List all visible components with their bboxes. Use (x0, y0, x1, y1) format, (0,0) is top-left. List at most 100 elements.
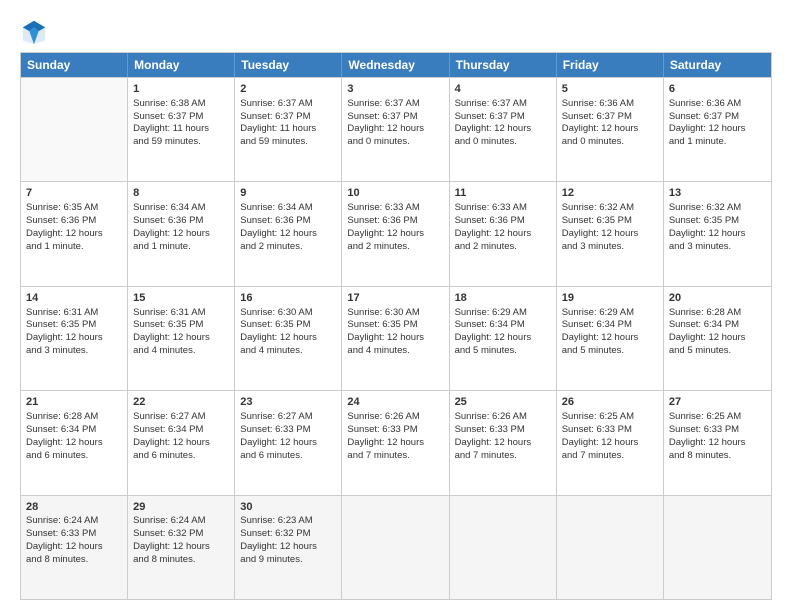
cal-week-2: 7Sunrise: 6:35 AMSunset: 6:36 PMDaylight… (21, 181, 771, 285)
day-number: 3 (347, 82, 443, 97)
cal-cell-20: 20Sunrise: 6:28 AMSunset: 6:34 PMDayligh… (664, 287, 771, 390)
cal-cell-17: 17Sunrise: 6:30 AMSunset: 6:35 PMDayligh… (342, 287, 449, 390)
day-info-line: Daylight: 12 hours (562, 228, 658, 241)
day-info-line: Sunset: 6:37 PM (347, 111, 443, 124)
day-info-line: Sunset: 6:37 PM (669, 111, 766, 124)
cal-cell-empty-0-0 (21, 78, 128, 181)
day-number: 14 (26, 291, 122, 306)
day-info-line: and 8 minutes. (669, 450, 766, 463)
day-info-line: and 3 minutes. (669, 241, 766, 254)
cal-cell-23: 23Sunrise: 6:27 AMSunset: 6:33 PMDayligh… (235, 391, 342, 494)
day-info-line: Sunset: 6:36 PM (240, 215, 336, 228)
day-info-line: Daylight: 12 hours (347, 228, 443, 241)
day-info-line: Daylight: 12 hours (669, 437, 766, 450)
day-info-line: and 0 minutes. (455, 136, 551, 149)
cal-cell-22: 22Sunrise: 6:27 AMSunset: 6:34 PMDayligh… (128, 391, 235, 494)
day-info-line: Sunrise: 6:38 AM (133, 98, 229, 111)
day-info-line: Sunrise: 6:36 AM (669, 98, 766, 111)
day-info-line: and 9 minutes. (240, 554, 336, 567)
day-number: 9 (240, 186, 336, 201)
day-info-line: and 59 minutes. (133, 136, 229, 149)
day-info-line: Sunset: 6:33 PM (455, 424, 551, 437)
day-number: 28 (26, 500, 122, 515)
day-number: 8 (133, 186, 229, 201)
day-info-line: Daylight: 12 hours (26, 228, 122, 241)
cal-cell-empty-4-3 (342, 496, 449, 599)
day-info-line: Daylight: 12 hours (133, 228, 229, 241)
day-info-line: Sunrise: 6:24 AM (26, 515, 122, 528)
day-info-line: Sunset: 6:36 PM (133, 215, 229, 228)
day-info-line: Sunrise: 6:32 AM (669, 202, 766, 215)
cal-cell-19: 19Sunrise: 6:29 AMSunset: 6:34 PMDayligh… (557, 287, 664, 390)
cal-cell-2: 2Sunrise: 6:37 AMSunset: 6:37 PMDaylight… (235, 78, 342, 181)
day-info-line: Sunset: 6:35 PM (347, 319, 443, 332)
day-info-line: and 3 minutes. (26, 345, 122, 358)
day-number: 12 (562, 186, 658, 201)
day-info-line: and 7 minutes. (562, 450, 658, 463)
day-info-line: and 2 minutes. (455, 241, 551, 254)
day-info-line: Daylight: 12 hours (347, 437, 443, 450)
cal-cell-13: 13Sunrise: 6:32 AMSunset: 6:35 PMDayligh… (664, 182, 771, 285)
day-info-line: Sunrise: 6:33 AM (455, 202, 551, 215)
logo (20, 18, 52, 46)
header (20, 18, 772, 46)
day-number: 6 (669, 82, 766, 97)
cal-cell-empty-4-5 (557, 496, 664, 599)
day-number: 25 (455, 395, 551, 410)
cal-cell-10: 10Sunrise: 6:33 AMSunset: 6:36 PMDayligh… (342, 182, 449, 285)
day-number: 27 (669, 395, 766, 410)
cal-cell-28: 28Sunrise: 6:24 AMSunset: 6:33 PMDayligh… (21, 496, 128, 599)
day-info-line: Sunset: 6:34 PM (669, 319, 766, 332)
day-number: 4 (455, 82, 551, 97)
day-info-line: and 1 minute. (26, 241, 122, 254)
day-info-line: Sunrise: 6:29 AM (562, 307, 658, 320)
cal-cell-25: 25Sunrise: 6:26 AMSunset: 6:33 PMDayligh… (450, 391, 557, 494)
day-number: 20 (669, 291, 766, 306)
cal-cell-16: 16Sunrise: 6:30 AMSunset: 6:35 PMDayligh… (235, 287, 342, 390)
day-info-line: Sunset: 6:37 PM (455, 111, 551, 124)
day-number: 24 (347, 395, 443, 410)
cal-header-friday: Friday (557, 53, 664, 77)
cal-header-thursday: Thursday (450, 53, 557, 77)
calendar-header-row: SundayMondayTuesdayWednesdayThursdayFrid… (21, 53, 771, 77)
cal-cell-29: 29Sunrise: 6:24 AMSunset: 6:32 PMDayligh… (128, 496, 235, 599)
cal-cell-7: 7Sunrise: 6:35 AMSunset: 6:36 PMDaylight… (21, 182, 128, 285)
day-info-line: Sunset: 6:35 PM (26, 319, 122, 332)
day-number: 18 (455, 291, 551, 306)
day-info-line: Sunset: 6:37 PM (562, 111, 658, 124)
day-info-line: Daylight: 11 hours (240, 123, 336, 136)
cal-cell-4: 4Sunrise: 6:37 AMSunset: 6:37 PMDaylight… (450, 78, 557, 181)
day-info-line: Daylight: 12 hours (669, 332, 766, 345)
day-info-line: Sunrise: 6:30 AM (347, 307, 443, 320)
cal-cell-14: 14Sunrise: 6:31 AMSunset: 6:35 PMDayligh… (21, 287, 128, 390)
cal-cell-empty-4-6 (664, 496, 771, 599)
day-info-line: Daylight: 12 hours (562, 437, 658, 450)
cal-cell-8: 8Sunrise: 6:34 AMSunset: 6:36 PMDaylight… (128, 182, 235, 285)
day-info-line: Sunrise: 6:28 AM (669, 307, 766, 320)
day-info-line: and 4 minutes. (347, 345, 443, 358)
day-info-line: and 4 minutes. (133, 345, 229, 358)
day-info-line: Sunrise: 6:27 AM (240, 411, 336, 424)
cal-header-tuesday: Tuesday (235, 53, 342, 77)
day-info-line: Daylight: 12 hours (669, 228, 766, 241)
day-info-line: and 2 minutes. (240, 241, 336, 254)
day-info-line: and 5 minutes. (562, 345, 658, 358)
day-info-line: Daylight: 12 hours (455, 332, 551, 345)
cal-cell-5: 5Sunrise: 6:36 AMSunset: 6:37 PMDaylight… (557, 78, 664, 181)
cal-header-monday: Monday (128, 53, 235, 77)
cal-cell-26: 26Sunrise: 6:25 AMSunset: 6:33 PMDayligh… (557, 391, 664, 494)
day-info-line: Sunrise: 6:35 AM (26, 202, 122, 215)
cal-cell-15: 15Sunrise: 6:31 AMSunset: 6:35 PMDayligh… (128, 287, 235, 390)
day-info-line: Daylight: 11 hours (133, 123, 229, 136)
day-info-line: Sunrise: 6:36 AM (562, 98, 658, 111)
day-number: 19 (562, 291, 658, 306)
day-info-line: Sunrise: 6:32 AM (562, 202, 658, 215)
cal-cell-9: 9Sunrise: 6:34 AMSunset: 6:36 PMDaylight… (235, 182, 342, 285)
calendar: SundayMondayTuesdayWednesdayThursdayFrid… (20, 52, 772, 600)
day-info-line: Daylight: 12 hours (347, 123, 443, 136)
day-number: 1 (133, 82, 229, 97)
day-info-line: Sunset: 6:34 PM (455, 319, 551, 332)
day-info-line: and 4 minutes. (240, 345, 336, 358)
day-info-line: Sunset: 6:33 PM (347, 424, 443, 437)
page: SundayMondayTuesdayWednesdayThursdayFrid… (0, 0, 792, 612)
